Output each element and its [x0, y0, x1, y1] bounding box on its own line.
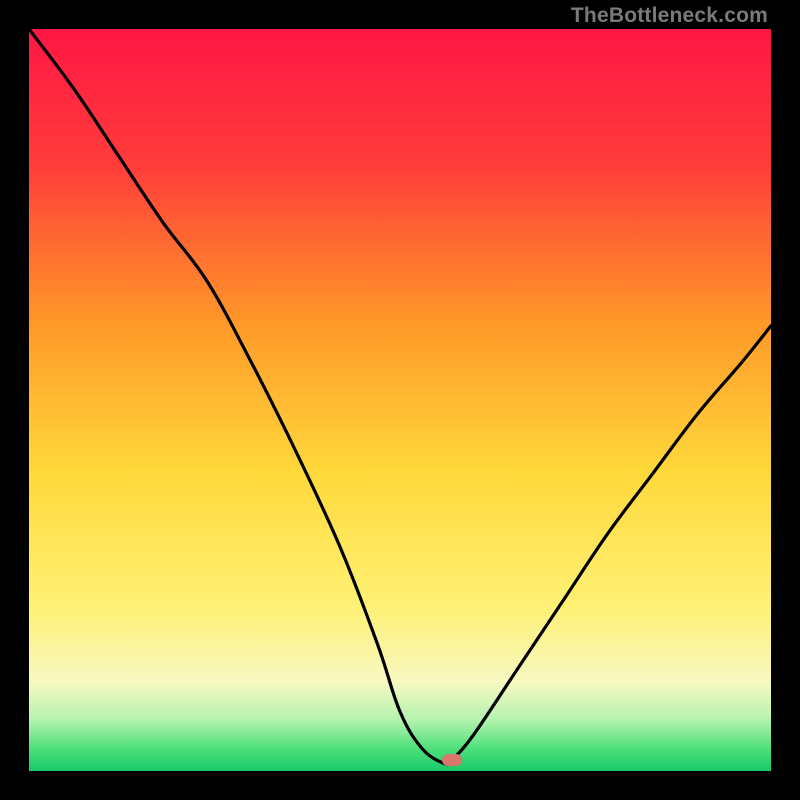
chart-frame: TheBottleneck.com [0, 0, 800, 800]
watermark-text: TheBottleneck.com [571, 4, 768, 28]
optimal-point-marker [442, 754, 462, 766]
bottleneck-curve [29, 29, 771, 765]
curve-layer [29, 29, 771, 771]
plot-area [29, 29, 771, 771]
